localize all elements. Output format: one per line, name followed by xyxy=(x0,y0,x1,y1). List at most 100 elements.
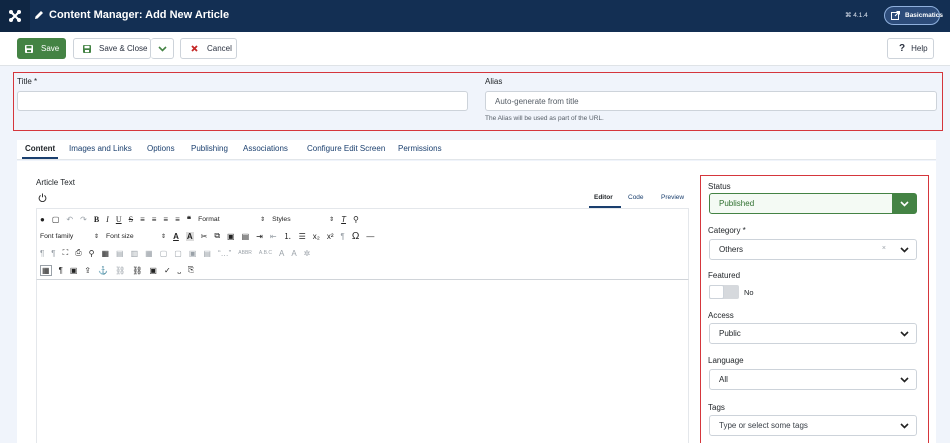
language-select[interactable]: All xyxy=(709,369,917,390)
omega-icon[interactable]: Ω xyxy=(352,231,359,242)
help-icon[interactable]: ● xyxy=(40,215,45,224)
align-right-icon[interactable]: ≡ xyxy=(163,215,168,224)
text-direction-icon[interactable]: ¶ xyxy=(341,232,345,241)
print-icon[interactable]: ⎙ xyxy=(75,248,81,258)
help-label: Help xyxy=(911,44,928,53)
cut-icon[interactable]: ✂ xyxy=(201,232,208,241)
styles-select[interactable]: Styles xyxy=(272,216,322,223)
template-icon[interactable]: ⎘ xyxy=(188,265,194,275)
outdent-icon[interactable]: ⇤ xyxy=(270,232,277,241)
tab-permissions[interactable]: Permissions xyxy=(398,144,442,153)
save-close-button[interactable]: Save & Close xyxy=(73,38,151,59)
editor-tab-code[interactable]: Code xyxy=(628,194,644,201)
chevron-down-icon xyxy=(892,194,916,213)
align-center-icon[interactable]: ≡ xyxy=(152,215,157,224)
tab-options[interactable]: Options xyxy=(147,144,175,153)
underline-icon[interactable]: U xyxy=(116,215,122,224)
font-family-select[interactable]: Font family xyxy=(40,233,87,240)
font-size-select[interactable]: Font size xyxy=(106,233,154,240)
top-header: Content Manager: Add New Article ⌘ 4.1.4… xyxy=(0,0,950,32)
category-select[interactable]: Others × xyxy=(709,239,917,260)
title-input[interactable] xyxy=(17,91,468,111)
tab-configure-edit-screen[interactable]: Configure Edit Screen xyxy=(307,144,385,153)
alias-input[interactable]: Auto-generate from title xyxy=(485,91,937,111)
paste-icon[interactable]: ▣ xyxy=(227,232,235,241)
table-col-icon[interactable]: ▥ xyxy=(131,249,139,258)
numbered-list-icon[interactable]: ⒈ xyxy=(284,231,292,242)
eyedropper-icon[interactable]: ⚲ xyxy=(353,215,359,224)
ltr-icon[interactable]: ¶ xyxy=(40,249,44,258)
tags-select[interactable]: Type or select some tags xyxy=(709,415,917,436)
blockquote-icon[interactable]: ❝ xyxy=(187,215,191,224)
editor-tab-editor[interactable]: Editor xyxy=(594,194,613,201)
table-merge-icon[interactable]: ▢ xyxy=(160,249,168,258)
access-label: Access xyxy=(708,311,734,320)
horizontal-rule-icon[interactable]: — xyxy=(366,232,374,241)
paste-text-icon[interactable]: ▤ xyxy=(242,232,250,241)
power-icon[interactable] xyxy=(38,193,47,202)
background-color-icon[interactable]: A xyxy=(185,231,194,241)
copy-icon[interactable]: ⧉ xyxy=(214,231,220,241)
unlink-icon[interactable]: ⛓ xyxy=(115,266,125,275)
abbr-icon[interactable]: ABBR xyxy=(238,250,252,256)
rtl-icon[interactable]: ¶ xyxy=(51,249,55,258)
upload-icon[interactable]: ⇪ xyxy=(84,266,91,275)
undo-icon[interactable]: ↶ xyxy=(66,215,73,224)
strikethrough-icon[interactable]: S xyxy=(129,215,133,224)
cancel-label: Cancel xyxy=(207,44,232,53)
access-select[interactable]: Public xyxy=(709,323,917,344)
table-row-icon[interactable]: ▤ xyxy=(116,249,124,258)
tab-images-links[interactable]: Images and Links xyxy=(69,144,132,153)
toggle-knob xyxy=(709,285,724,299)
save-options-dropdown-button[interactable] xyxy=(151,38,174,59)
subscript-icon[interactable]: x₂ xyxy=(313,232,320,241)
fullscreen-icon[interactable]: ⛶ xyxy=(63,248,69,258)
site-link-button[interactable]: Basicmatics xyxy=(884,6,943,25)
tab-associations[interactable]: Associations xyxy=(243,144,288,153)
table-icon[interactable]: ▦ xyxy=(101,249,109,258)
indent-icon[interactable]: ⇥ xyxy=(256,232,263,241)
tab-content[interactable]: Content xyxy=(21,144,59,159)
clear-formatting-icon[interactable]: T xyxy=(341,215,346,224)
tab-publishing[interactable]: Publishing xyxy=(191,144,228,153)
underline-a-icon[interactable]: A xyxy=(291,249,296,258)
joomla-logo-icon[interactable] xyxy=(0,0,30,32)
strike-a-icon[interactable]: A xyxy=(279,249,284,258)
image-icon[interactable]: ▣ xyxy=(149,266,157,275)
help-button[interactable]: ? Help xyxy=(887,38,934,59)
italic-icon[interactable]: I xyxy=(106,215,109,224)
toolbar-row-1: ● ▢ ↶ ↷ B I U S ≡ ≡ ≡ ≡ ❝ Format ⇕ Style… xyxy=(40,212,359,226)
bullet-list-icon[interactable]: ☰ xyxy=(299,232,306,241)
table-props-icon[interactable]: ▤ xyxy=(203,249,211,258)
featured-toggle[interactable] xyxy=(709,285,739,299)
align-left-icon[interactable]: ≡ xyxy=(140,215,145,224)
status-select[interactable]: Published xyxy=(709,193,917,214)
visual-blocks-icon[interactable]: ▦ xyxy=(40,264,52,276)
spellcheck-icon[interactable]: ✓ xyxy=(164,266,171,275)
clear-icon[interactable]: × xyxy=(882,245,886,252)
save-button[interactable]: Save xyxy=(17,38,66,59)
acronym-icon[interactable]: A.B.C xyxy=(259,250,272,256)
table-cell-icon[interactable]: ▦ xyxy=(145,249,153,258)
quote-icon[interactable]: “…” xyxy=(218,249,231,258)
page-break-icon[interactable]: ▣ xyxy=(70,266,78,275)
cancel-button[interactable]: Cancel xyxy=(180,38,237,59)
table-split-icon[interactable]: ▢ xyxy=(174,249,182,258)
bold-icon[interactable]: B xyxy=(94,215,99,224)
redo-icon[interactable]: ↷ xyxy=(80,215,87,224)
table-delete-icon[interactable]: ▣ xyxy=(189,249,197,258)
new-document-icon[interactable]: ▢ xyxy=(52,215,60,224)
nonbreaking-space-icon[interactable]: ⎵ xyxy=(178,265,181,275)
editor-tab-preview[interactable]: Preview xyxy=(661,194,684,201)
align-justify-icon[interactable]: ≡ xyxy=(175,215,180,224)
tab-bar: Content Images and Links Options Publish… xyxy=(17,140,936,160)
link-icon[interactable]: ⛓ xyxy=(132,266,142,275)
gear-icon[interactable]: ✲ xyxy=(304,249,311,258)
text-color-icon[interactable]: A xyxy=(173,232,179,241)
superscript-icon[interactable]: x² xyxy=(327,232,334,241)
show-blocks-icon[interactable]: ¶ xyxy=(59,266,63,275)
search-icon[interactable]: ⚲ xyxy=(89,249,95,258)
anchor-icon[interactable]: ⚓ xyxy=(98,266,108,275)
format-select[interactable]: Format xyxy=(198,216,253,223)
article-text-editor[interactable] xyxy=(36,280,689,443)
